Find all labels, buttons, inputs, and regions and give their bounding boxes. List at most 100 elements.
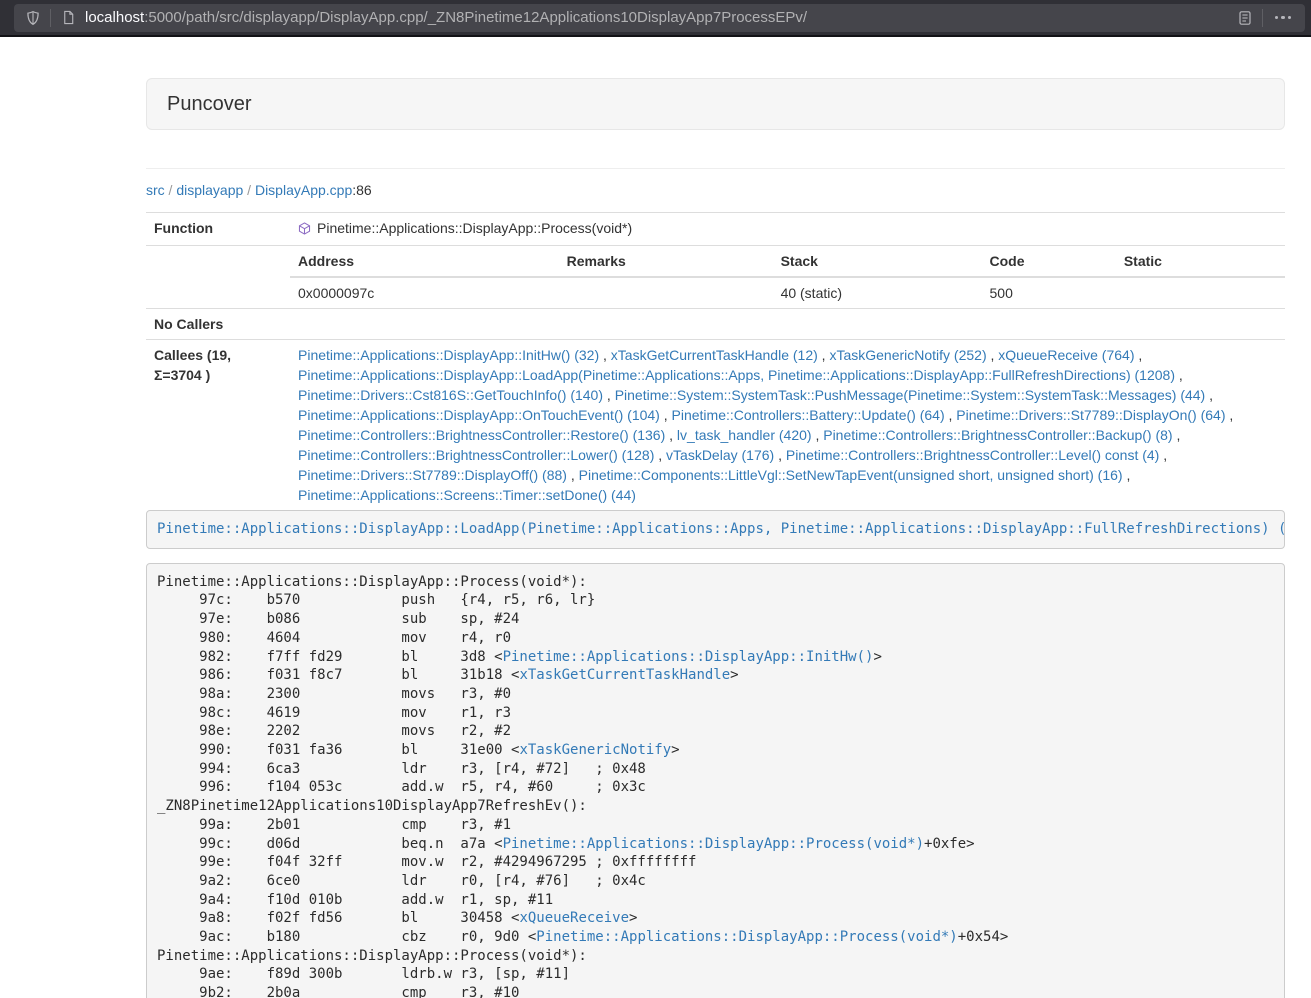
asm-text: Pinetime::Applications::DisplayApp::Proc… xyxy=(157,948,587,964)
asm-text: > xyxy=(671,742,679,758)
callee-link[interactable]: xQueueReceive (764) xyxy=(998,347,1134,363)
asm-text: 982: f7ff fd29 bl 3d8 < xyxy=(157,649,503,665)
callee-separator: , xyxy=(567,467,579,483)
function-table: Function Pinetime::Applications::Display… xyxy=(146,212,1285,510)
callee-link[interactable]: Pinetime::Drivers::Cst816S::GetTouchInfo… xyxy=(298,387,603,403)
symbol-cube-icon xyxy=(298,220,311,240)
asm-text: 99a: 2b01 cmp r3, #1 xyxy=(157,817,511,833)
function-row-label: Function xyxy=(146,213,290,246)
callee-separator: , xyxy=(1205,387,1213,403)
breadcrumb-link[interactable]: displayapp xyxy=(176,182,243,198)
callee-separator: , xyxy=(599,347,611,363)
callee-link[interactable]: Pinetime::Applications::DisplayApp::Load… xyxy=(298,367,1175,383)
callee-link[interactable]: Pinetime::Drivers::St7789::DisplayOn() (… xyxy=(956,407,1225,423)
stats-column-header: Stack xyxy=(773,246,982,277)
callee-link[interactable]: Pinetime::Controllers::BrightnessControl… xyxy=(298,447,654,463)
breadcrumb-separator: / xyxy=(243,182,255,198)
asm-text: > xyxy=(629,910,637,926)
asm-text: 9a2: 6ce0 ldr r0, [r4, #76] ; 0x4c xyxy=(157,873,646,889)
breadcrumb-link[interactable]: DisplayApp.cpp xyxy=(255,182,352,198)
callee-link[interactable]: lv_task_handler (420) xyxy=(677,427,812,443)
callee-separator: , xyxy=(660,407,672,423)
url-text[interactable]: localhost:5000/path/src/displayapp/Displ… xyxy=(85,9,1234,26)
asm-symbol-link[interactable]: xTaskGetCurrentTaskHandle xyxy=(519,667,730,683)
breadcrumb: src / displayapp / DisplayApp.cpp:86 xyxy=(146,183,1285,197)
divider xyxy=(146,168,1285,169)
callee-separator: , xyxy=(1159,447,1167,463)
callee-link[interactable]: Pinetime::Drivers::St7789::DisplayOff() … xyxy=(298,467,567,483)
callee-link[interactable]: Pinetime::Applications::Screens::Timer::… xyxy=(298,487,636,503)
shield-icon[interactable] xyxy=(22,7,44,29)
asm-text: 99e: f04f 32ff mov.w r2, #4294967295 ; 0… xyxy=(157,854,696,870)
function-name-cell: Pinetime::Applications::DisplayApp::Proc… xyxy=(290,213,1285,246)
callee-link[interactable]: vTaskDelay (176) xyxy=(666,447,774,463)
callee-link[interactable]: Pinetime::Controllers::BrightnessControl… xyxy=(298,427,665,443)
stats-value: 500 xyxy=(982,277,1116,308)
callee-separator: , xyxy=(812,427,824,443)
asm-text: 97e: b086 sub sp, #24 xyxy=(157,611,519,627)
app-header: Puncover xyxy=(146,78,1285,130)
asm-text: 990: f031 fa36 bl 31e00 < xyxy=(157,742,519,758)
empty-label-cell xyxy=(146,246,290,309)
stats-column-header: Address xyxy=(290,246,559,277)
callers-row: No Callers xyxy=(146,309,1285,340)
callee-link[interactable]: Pinetime::System::SystemTask::PushMessag… xyxy=(615,387,1206,403)
assembly-code-block: Pinetime::Applications::DisplayApp::Proc… xyxy=(146,563,1285,998)
asm-text: 986: f031 f8c7 bl 31b18 < xyxy=(157,667,519,683)
function-stats-row: AddressRemarksStackCodeStatic 0x0000097c… xyxy=(146,246,1285,309)
callee-separator: , xyxy=(774,447,786,463)
callee-link[interactable]: Pinetime::Applications::DisplayApp::Init… xyxy=(298,347,599,363)
asm-symbol-link[interactable]: Pinetime::Applications::DisplayApp::Proc… xyxy=(536,929,957,945)
stats-value: 0x0000097c xyxy=(290,277,559,308)
callee-separator: , xyxy=(1173,427,1181,443)
breadcrumb-separator: / xyxy=(165,182,177,198)
asm-text: +0xfe> xyxy=(924,836,975,852)
stats-column-header: Static xyxy=(1116,246,1285,277)
callees-label: Callees (19, Σ=3704 ) xyxy=(146,340,290,511)
callees-row: Callees (19, Σ=3704 ) Pinetime::Applicat… xyxy=(146,340,1285,511)
callee-link[interactable]: Pinetime::Components::LittleVgl::SetNewT… xyxy=(579,467,1123,483)
asm-symbol-link[interactable]: Pinetime::Applications::DisplayApp::Init… xyxy=(503,649,874,665)
callee-link[interactable]: xTaskGetCurrentTaskHandle (12) xyxy=(611,347,818,363)
asm-text: _ZN8Pinetime12Applications10DisplayApp7R… xyxy=(157,798,587,814)
loadapp-symbol-link[interactable]: Pinetime::Applications::DisplayApp::Load… xyxy=(157,521,1285,537)
no-callers-label: No Callers xyxy=(146,309,290,340)
stats-table: AddressRemarksStackCodeStatic 0x0000097c… xyxy=(290,246,1285,308)
callee-link[interactable]: Pinetime::Controllers::Battery::Update()… xyxy=(672,407,945,423)
url-host: localhost xyxy=(85,9,144,26)
asm-text: Pinetime::Applications::DisplayApp::Proc… xyxy=(157,574,587,590)
asm-text: +0x54> xyxy=(958,929,1009,945)
screen: localhost:5000/path/src/displayapp/Displ… xyxy=(0,0,1311,998)
callee-link[interactable]: Pinetime::Applications::DisplayApp::OnTo… xyxy=(298,407,660,423)
asm-text: 9a8: f02f fd56 bl 30458 < xyxy=(157,910,519,926)
stats-column-header: Remarks xyxy=(559,246,773,277)
stats-column-header: Code xyxy=(982,246,1116,277)
asm-text: 98c: 4619 mov r1, r3 xyxy=(157,705,511,721)
asm-text: 9b2: 2b0a cmp r3, #10 xyxy=(157,985,519,998)
reader-mode-icon[interactable] xyxy=(1234,7,1256,29)
stats-value: 40 (static) xyxy=(773,277,982,308)
callee-link[interactable]: Pinetime::Controllers::BrightnessControl… xyxy=(823,427,1172,443)
page-title: Puncover xyxy=(167,93,252,115)
url-path: :5000/path/src/displayapp/DisplayApp.cpp… xyxy=(144,9,807,26)
breadcrumb-link[interactable]: src xyxy=(146,182,165,198)
callee-separator: , xyxy=(654,447,666,463)
asm-text: 98e: 2202 movs r2, #2 xyxy=(157,723,511,739)
callee-separator: , xyxy=(1175,367,1183,383)
asm-symbol-link[interactable]: xQueueReceive xyxy=(519,910,629,926)
page-icon xyxy=(57,7,79,29)
asm-symbol-link[interactable]: Pinetime::Applications::DisplayApp::Proc… xyxy=(503,836,924,852)
function-name: Pinetime::Applications::DisplayApp::Proc… xyxy=(317,220,632,236)
page-actions-icon[interactable] xyxy=(1269,16,1298,20)
url-bar[interactable]: localhost:5000/path/src/displayapp/Displ… xyxy=(14,4,1305,32)
stats-value xyxy=(559,277,773,308)
callee-separator: , xyxy=(945,407,957,423)
callee-separator: , xyxy=(818,347,830,363)
asm-symbol-link[interactable]: xTaskGenericNotify xyxy=(519,742,671,758)
asm-text: 99c: d06d beq.n a7a < xyxy=(157,836,503,852)
function-row: Function Pinetime::Applications::Display… xyxy=(146,213,1285,246)
callee-link[interactable]: Pinetime::Controllers::BrightnessControl… xyxy=(786,447,1159,463)
callee-link[interactable]: xTaskGenericNotify (252) xyxy=(829,347,986,363)
callees-cell: Pinetime::Applications::DisplayApp::Init… xyxy=(290,340,1285,511)
asm-text: > xyxy=(873,649,881,665)
